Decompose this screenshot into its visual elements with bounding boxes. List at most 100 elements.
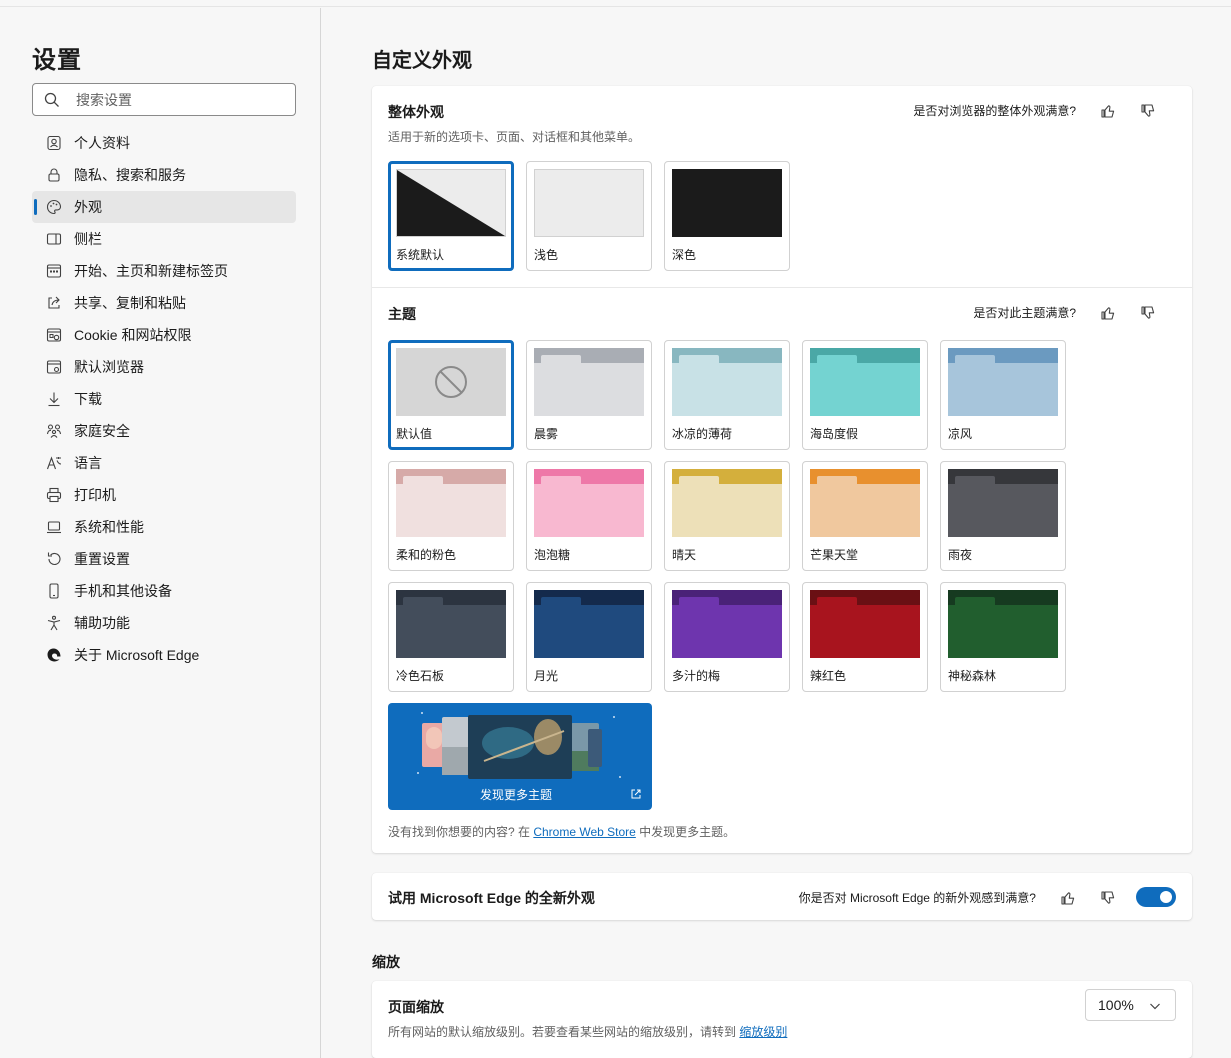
sidebar-nav: 个人资料隐私、搜索和服务外观侧栏开始、主页和新建标签页共享、复制和粘贴 Cooki… xyxy=(32,127,296,671)
new-look-card: 试用 Microsoft Edge 的全新外观 你是否对 Microsoft E… xyxy=(372,873,1192,920)
thumbs-up-icon[interactable] xyxy=(1060,890,1076,906)
theme-preview xyxy=(948,469,1058,537)
theme-label: 冷色石板 xyxy=(396,669,445,683)
theme-tile[interactable]: 多汁的梅 xyxy=(664,582,790,692)
mode-dark[interactable]: 深色 xyxy=(664,161,790,271)
theme-preview xyxy=(672,590,782,658)
theme-tile[interactable]: 雨夜 xyxy=(940,461,1066,571)
light-preview xyxy=(534,169,644,237)
theme-preview xyxy=(534,348,644,416)
theme-tile[interactable]: 辣红色 xyxy=(802,582,928,692)
theme-tile[interactable]: 凉风 xyxy=(940,340,1066,450)
zoom-levels-link[interactable]: 缩放级别 xyxy=(739,1025,787,1039)
sidebar-item-palette[interactable]: 外观 xyxy=(32,191,296,223)
theme-tile[interactable]: 月光 xyxy=(526,582,652,692)
printer-icon xyxy=(46,487,62,503)
thumbs-down-icon[interactable] xyxy=(1140,305,1156,321)
sidebar-item-label: 系统和性能 xyxy=(74,519,144,535)
sidebar-item-accessibility[interactable]: 辅助功能 xyxy=(32,607,296,639)
sidebar-item-family[interactable]: 家庭安全 xyxy=(32,415,296,447)
download-icon xyxy=(46,391,62,407)
theme-tile[interactable]: 晴天 xyxy=(664,461,790,571)
theme-label: 柔和的粉色 xyxy=(396,548,457,562)
sidebar-icon xyxy=(46,231,62,247)
sidebar-item-label: Cookie 和网站权限 xyxy=(74,327,192,343)
section-divider xyxy=(372,287,1192,288)
sidebar-item-download[interactable]: 下载 xyxy=(32,383,296,415)
theme-tile[interactable]: 冷色石板 xyxy=(388,582,514,692)
sidebar-item-edge-logo[interactable]: 关于 Microsoft Edge xyxy=(32,639,296,671)
theme-preview xyxy=(810,469,920,537)
overall-feedback-text: 是否对浏览器的整体外观满意? xyxy=(913,104,1076,118)
theme-label: 多汁的梅 xyxy=(672,669,721,683)
theme-tile[interactable]: 默认值 xyxy=(388,340,514,450)
theme-tile[interactable]: 柔和的粉色 xyxy=(388,461,514,571)
share-icon xyxy=(46,295,62,311)
mode-label: 深色 xyxy=(672,248,697,262)
system-default-preview xyxy=(396,169,506,237)
main-content: 自定义外观 整体外观 适用于新的选项卡、页面、对话框和其他菜单。 是否对浏览器的… xyxy=(322,8,1231,1058)
theme-preview xyxy=(534,590,644,658)
hint-suffix: 中发现更多主题。 xyxy=(635,825,736,839)
zoom-level-value: 100% xyxy=(1098,997,1134,1013)
sidebar-item-label: 下载 xyxy=(74,391,102,407)
sidebar-item-profile[interactable]: 个人资料 xyxy=(32,127,296,159)
themes-title: 主题 xyxy=(388,306,416,322)
sidebar-item-home-grid[interactable]: 开始、主页和新建标签页 xyxy=(32,255,296,287)
theme-label: 月光 xyxy=(534,669,559,683)
mode-light[interactable]: 浅色 xyxy=(526,161,652,271)
sidebar-item-cookie[interactable]: Cookie 和网站权限 xyxy=(32,319,296,351)
home-grid-icon xyxy=(46,263,62,279)
edge-logo-icon xyxy=(46,647,62,663)
theme-tile[interactable]: 海岛度假 xyxy=(802,340,928,450)
new-look-title: 试用 Microsoft Edge 的全新外观 xyxy=(388,890,595,906)
sidebar-item-printer[interactable]: 打印机 xyxy=(32,479,296,511)
language-icon xyxy=(46,455,62,471)
thumbs-down-icon[interactable] xyxy=(1100,890,1116,906)
sidebar-item-label: 开始、主页和新建标签页 xyxy=(74,263,228,279)
page-zoom-title: 页面缩放 xyxy=(388,999,444,1015)
page-title: 自定义外观 xyxy=(372,50,472,72)
theme-label: 芒果天堂 xyxy=(810,548,859,562)
theme-label: 冰凉的薄荷 xyxy=(672,427,733,441)
zoom-level-select[interactable]: 100% xyxy=(1085,989,1176,1021)
theme-tile[interactable]: 神秘森林 xyxy=(940,582,1066,692)
mode-system-default[interactable]: 系统默认 xyxy=(388,161,514,271)
search-input[interactable] xyxy=(76,91,276,108)
theme-tile[interactable]: 芒果天堂 xyxy=(802,461,928,571)
theme-label: 晨雾 xyxy=(534,427,559,441)
palette-icon xyxy=(46,199,62,215)
sidebar-item-label: 手机和其他设备 xyxy=(74,583,172,599)
sidebar-item-sidebar[interactable]: 侧栏 xyxy=(32,223,296,255)
theme-tile[interactable]: 晨雾 xyxy=(526,340,652,450)
theme-tile[interactable]: 冰凉的薄荷 xyxy=(664,340,790,450)
theme-label: 海岛度假 xyxy=(810,427,859,441)
search-icon xyxy=(44,92,60,108)
sidebar-item-label: 个人资料 xyxy=(74,135,130,151)
sidebar-item-laptop[interactable]: 系统和性能 xyxy=(32,511,296,543)
lock-icon xyxy=(46,167,62,183)
thumbs-up-icon[interactable] xyxy=(1100,103,1116,119)
theme-preview xyxy=(672,348,782,416)
search-box[interactable] xyxy=(32,83,296,116)
sidebar-item-reset[interactable]: 重置设置 xyxy=(32,543,296,575)
theme-tile[interactable]: 泡泡糖 xyxy=(526,461,652,571)
mode-label: 系统默认 xyxy=(396,248,445,262)
theme-label: 泡泡糖 xyxy=(534,548,571,562)
chrome-web-store-link[interactable]: Chrome Web Store xyxy=(533,825,636,839)
sidebar-item-phone[interactable]: 手机和其他设备 xyxy=(32,575,296,607)
discover-more-themes-button[interactable]: 发现更多主题 xyxy=(388,703,652,810)
sidebar-item-share[interactable]: 共享、复制和粘贴 xyxy=(32,287,296,319)
thumbs-up-icon[interactable] xyxy=(1100,305,1116,321)
theme-feedback: 是否对此主题满意? xyxy=(973,304,1156,321)
sidebar-item-browser[interactable]: 默认浏览器 xyxy=(32,351,296,383)
zoom-card: 页面缩放 所有网站的默认缩放级别。若要查看某些网站的缩放级别，请转到 缩放级别 … xyxy=(372,981,1192,1058)
new-look-toggle[interactable] xyxy=(1136,887,1176,907)
sidebar-item-lock[interactable]: 隐私、搜索和服务 xyxy=(32,159,296,191)
theme-label: 默认值 xyxy=(396,427,433,441)
discover-more-themes-label: 发现更多主题 xyxy=(479,788,552,802)
sidebar-item-label: 外观 xyxy=(74,199,102,215)
sidebar-item-label: 侧栏 xyxy=(74,231,102,247)
sidebar-item-language[interactable]: 语言 xyxy=(32,447,296,479)
thumbs-down-icon[interactable] xyxy=(1140,103,1156,119)
